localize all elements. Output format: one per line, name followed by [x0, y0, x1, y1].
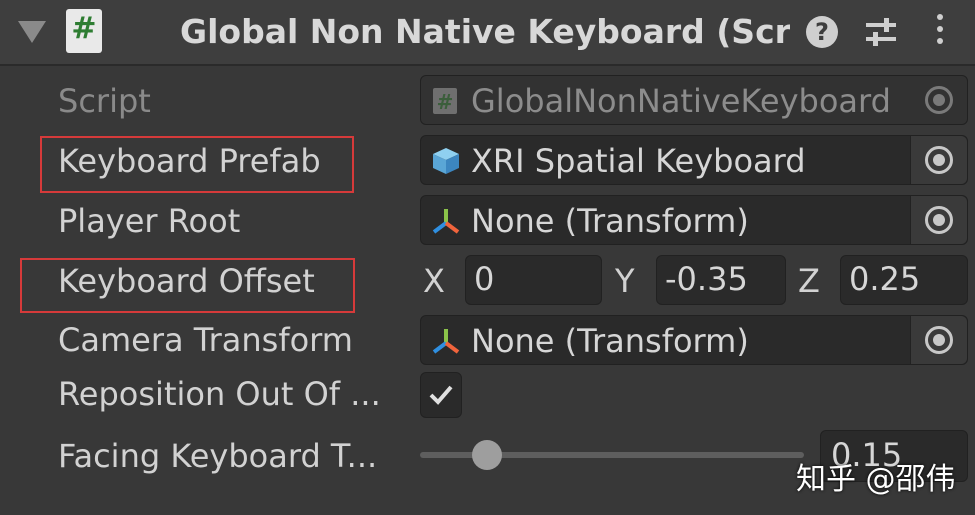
offset-z-input[interactable]: 0.25 [840, 255, 968, 305]
svg-text:#: # [437, 90, 454, 114]
y-axis-label[interactable]: Y [615, 262, 635, 300]
camera-transform-field[interactable]: None (Transform) [420, 315, 968, 365]
object-picker-button[interactable] [910, 316, 967, 364]
csharp-script-icon: # [66, 9, 102, 53]
hash-script-icon: # [433, 88, 457, 114]
watermark-text: 知乎 @邵伟 [796, 462, 956, 497]
offset-y-input[interactable]: -0.35 [656, 255, 786, 305]
player-root-field[interactable]: None (Transform) [420, 195, 968, 245]
component-title: Global Non Native Keyboard (Scrip [180, 12, 790, 51]
facing-slider-thumb[interactable] [472, 440, 502, 470]
reposition-checkbox[interactable] [420, 372, 462, 418]
z-axis-label[interactable]: Z [798, 262, 820, 300]
player-root-value: None (Transform) [471, 202, 749, 240]
keyboard-offset-label: Keyboard Offset [58, 262, 315, 300]
keyboard-prefab-label: Keyboard Prefab [58, 142, 321, 180]
target-icon [925, 146, 953, 174]
keyboard-prefab-value: XRI Spatial Keyboard [471, 142, 806, 180]
target-icon [925, 86, 953, 114]
reposition-label: Reposition Out Of ... [58, 375, 381, 413]
help-icon[interactable]: ? [806, 16, 838, 48]
player-root-label: Player Root [58, 202, 241, 240]
prefab-cube-icon [433, 148, 459, 174]
script-label: Script [58, 82, 151, 120]
component-header[interactable]: # Global Non Native Keyboard (Scrip ? [0, 0, 975, 66]
camera-transform-value: None (Transform) [471, 322, 749, 360]
facing-keyboard-label: Facing Keyboard T... [58, 437, 378, 475]
object-picker-button[interactable] [910, 196, 967, 244]
camera-transform-label: Camera Transform [58, 321, 353, 359]
more-menu-icon[interactable] [932, 14, 948, 50]
transform-axis-icon [432, 329, 460, 354]
script-value: GlobalNonNativeKeyboard [471, 82, 891, 120]
target-icon [925, 206, 953, 234]
object-picker-button[interactable] [910, 136, 967, 184]
offset-x-input[interactable]: 0 [465, 255, 602, 305]
object-picker-button [911, 76, 967, 124]
foldout-arrow-icon[interactable] [18, 21, 46, 43]
script-field: # GlobalNonNativeKeyboard [420, 75, 968, 125]
inspector-panel: # Global Non Native Keyboard (Scrip ? Sc… [0, 0, 975, 515]
script-hash-glyph: # [71, 11, 97, 46]
presets-sliders-icon[interactable] [864, 16, 898, 48]
transform-axis-icon [432, 209, 460, 234]
target-icon [925, 326, 953, 354]
checkmark-icon [429, 385, 453, 405]
keyboard-prefab-field[interactable]: XRI Spatial Keyboard [420, 135, 968, 185]
x-axis-label[interactable]: X [423, 262, 445, 300]
